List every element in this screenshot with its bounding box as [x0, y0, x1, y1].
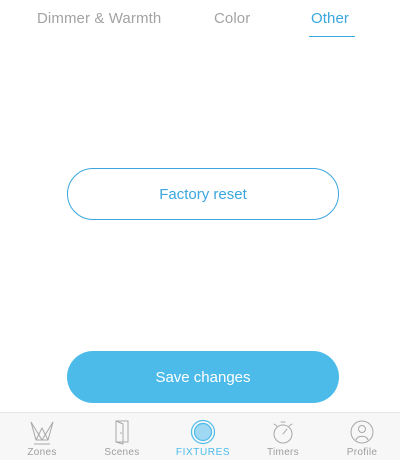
- nav-item-fixtures[interactable]: FIXTURES: [163, 413, 243, 460]
- tab-other[interactable]: Other: [311, 10, 349, 27]
- factory-reset-button[interactable]: Factory reset: [67, 168, 339, 220]
- nav-item-zones[interactable]: Zones: [2, 413, 82, 460]
- stopwatch-icon: [273, 421, 293, 444]
- zones-icon: [30, 421, 54, 445]
- door-icon: [115, 420, 129, 445]
- tab-dimmer-warmth[interactable]: Dimmer & Warmth: [37, 10, 161, 27]
- nav-label-zones: Zones: [27, 447, 57, 458]
- nav-item-scenes[interactable]: Scenes: [82, 413, 162, 460]
- bottom-tab-bar: Zones Scenes FIXTURES Timers Profile: [0, 412, 400, 460]
- nav-item-profile[interactable]: Profile: [322, 413, 400, 460]
- nav-label-fixtures: FIXTURES: [175, 447, 231, 458]
- tab-color[interactable]: Color: [214, 10, 250, 27]
- nav-label-scenes: Scenes: [104, 447, 140, 458]
- settings-tabs: Dimmer & Warmth Color Other: [0, 0, 400, 44]
- profile-icon: [350, 420, 374, 444]
- save-changes-button[interactable]: Save changes: [67, 351, 339, 403]
- nav-item-timers[interactable]: Timers: [243, 413, 323, 460]
- nav-label-profile: Profile: [346, 447, 378, 458]
- nav-label-timers: Timers: [267, 447, 299, 458]
- fixture-icon: [190, 419, 216, 445]
- active-tab-indicator: [309, 36, 355, 37]
- fixture-settings-screen: Dimmer & Warmth Color Other Factory rese…: [0, 0, 400, 460]
